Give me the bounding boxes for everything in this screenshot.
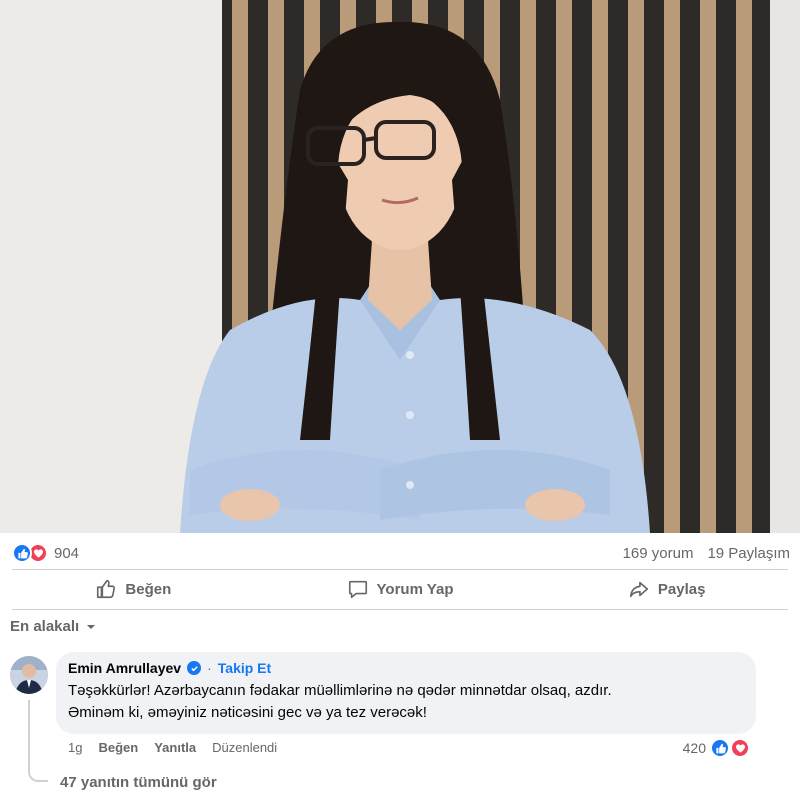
love-reaction-icon xyxy=(730,738,750,758)
share-button[interactable]: Paylaş xyxy=(533,569,800,609)
share-arrow-icon xyxy=(629,581,648,598)
like-reaction-icon xyxy=(12,543,32,563)
reaction-count: 904 xyxy=(54,544,80,562)
comment-button-label: Yorum Yap xyxy=(376,580,454,598)
separator-dot: · xyxy=(207,660,212,676)
avatar[interactable] xyxy=(10,656,48,694)
thumbs-up-icon xyxy=(97,579,116,599)
comment-button[interactable]: Yorum Yap xyxy=(267,569,534,609)
share-button-label: Paylaş xyxy=(657,580,706,598)
comment-time[interactable]: 1g xyxy=(68,740,82,755)
comment-bubble: Emin Amrullayev · Takip Et Təşəkkürlər! … xyxy=(56,652,756,734)
comment-author[interactable]: Emin Amrullayev xyxy=(68,660,181,676)
comment-text-line: Təşəkkürlər! Azərbaycanın fədakar müəlli… xyxy=(68,682,612,699)
post-action-bar: Beğen Yorum Yap Paylaş xyxy=(0,569,800,609)
comment-reaction-count: 420 xyxy=(682,740,706,756)
portrait-image xyxy=(0,0,800,533)
follow-button[interactable]: Takip Et xyxy=(218,660,271,676)
sort-label: En alakalı xyxy=(10,618,80,635)
reaction-summary[interactable]: 904 xyxy=(12,543,79,563)
comment-reply-button[interactable]: Yanıtla xyxy=(154,740,196,755)
comment-meta: 1g Beğen Yanıtla Düzenlendi xyxy=(68,740,277,755)
comment-reactions[interactable]: 420 xyxy=(683,738,750,758)
divider xyxy=(12,609,788,610)
comment-count[interactable]: 169 yorum xyxy=(623,545,694,562)
comment-text-line: Əminəm ki, əməyiniz nəticəsini gec və ya… xyxy=(68,704,427,721)
comment-icon xyxy=(348,580,367,599)
edited-label[interactable]: Düzenlendi xyxy=(212,740,277,755)
post-photo[interactable] xyxy=(0,0,800,533)
comment-text: Təşəkkürlər! Azərbaycanın fədakar müəlli… xyxy=(68,680,744,724)
comment-sort-dropdown[interactable]: En alakalı xyxy=(10,618,97,635)
like-button[interactable]: Beğen xyxy=(0,569,267,609)
reply-thread-line xyxy=(28,700,48,782)
view-all-replies-link[interactable]: 47 yanıtın tümünü gör xyxy=(60,774,217,791)
like-button-label: Beğen xyxy=(125,580,172,598)
post-stats: 904 169 yorum 19 Paylaşım xyxy=(0,533,800,573)
like-reaction-icon xyxy=(710,738,730,758)
share-count[interactable]: 19 Paylaşım xyxy=(707,545,790,562)
verified-badge-icon xyxy=(187,661,202,675)
profile-photo xyxy=(10,656,48,694)
chevron-down-icon xyxy=(87,624,96,629)
comment-like-button[interactable]: Beğen xyxy=(98,740,138,755)
